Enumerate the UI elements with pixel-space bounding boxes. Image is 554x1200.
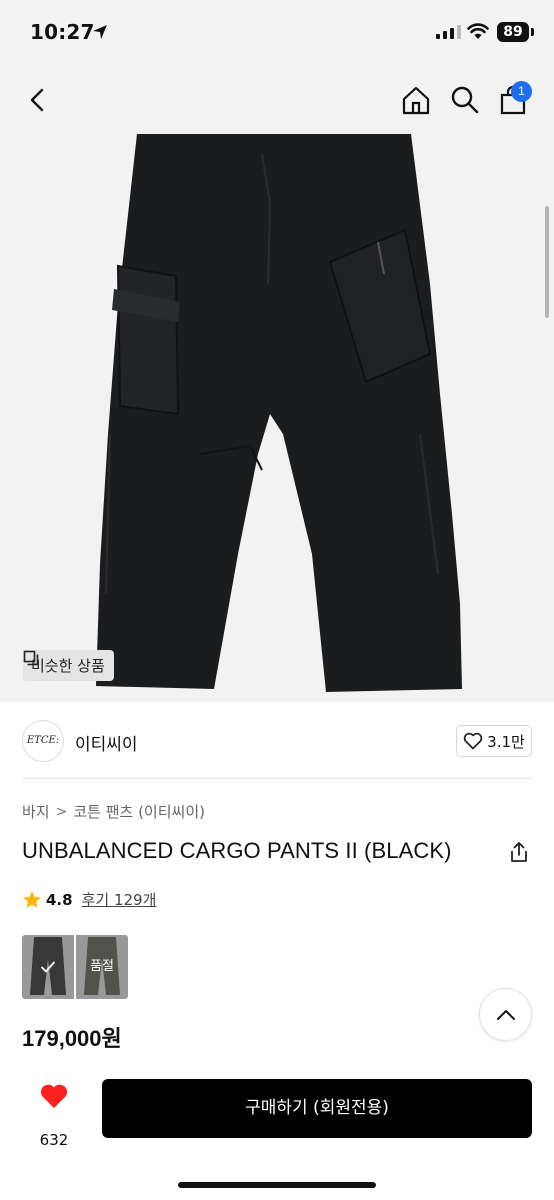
- cargo-pants-image: [96, 134, 462, 692]
- sold-out-label: 품절: [90, 959, 114, 974]
- buy-button[interactable]: 구매하기 (회원전용): [102, 1079, 532, 1138]
- similar-products-label: 비슷한 상품: [31, 657, 105, 675]
- back-arrow-icon[interactable]: [22, 84, 54, 116]
- home-indicator: [178, 1182, 376, 1188]
- wishlist-button[interactable]: 632: [34, 1080, 74, 1149]
- cellular-signal-icon: [436, 25, 461, 39]
- similar-products-button[interactable]: 비슷한 상품: [23, 650, 114, 681]
- review-count-link[interactable]: 후기 129개: [82, 889, 157, 910]
- brand-name[interactable]: 이티씨이: [75, 730, 138, 755]
- chevron-up-icon: [497, 1010, 515, 1020]
- product-price: 179,000원: [22, 1026, 122, 1051]
- rating-row: 4.8 후기 129개: [22, 889, 156, 910]
- product-title: UNBALANCED CARGO PANTS II (BLACK): [22, 838, 452, 863]
- top-navigation: [0, 64, 554, 134]
- breadcrumb-subcategory[interactable]: 코튼 팬츠 (이티씨이): [73, 801, 205, 822]
- heart-filled-icon: [40, 1084, 68, 1108]
- location-arrow-icon: [93, 25, 107, 39]
- brand-row: ETCE: 이티씨이 3.1만: [0, 702, 554, 778]
- scroll-indicator[interactable]: [545, 206, 549, 318]
- breadcrumb: 바지 > 코튼 팬츠 (이티씨이): [22, 801, 205, 822]
- product-image[interactable]: 비슷한 상품: [0, 134, 554, 702]
- status-bar: 10:27 89: [0, 0, 554, 64]
- wifi-icon: [467, 23, 489, 39]
- battery-tip: [531, 28, 534, 36]
- checkmark-icon: [41, 961, 55, 973]
- share-icon[interactable]: [507, 840, 531, 864]
- similar-items-icon: [23, 650, 39, 666]
- brand-logo[interactable]: ETCE:: [22, 720, 64, 762]
- search-icon[interactable]: [449, 84, 481, 116]
- brand-like-count: 3.1만: [487, 732, 525, 751]
- breadcrumb-category[interactable]: 바지: [22, 801, 50, 822]
- breadcrumb-separator: >: [55, 803, 68, 820]
- color-option-khaki[interactable]: 품절: [76, 935, 128, 999]
- status-time: 10:27: [30, 20, 95, 44]
- scroll-to-top-button[interactable]: [479, 988, 532, 1041]
- star-icon: [23, 890, 41, 908]
- wishlist-count: 632: [39, 1131, 69, 1149]
- divider: [22, 778, 532, 779]
- brand-like-button[interactable]: 3.1만: [456, 725, 532, 757]
- home-icon[interactable]: [400, 84, 432, 116]
- rating-value: 4.8: [46, 890, 73, 909]
- bottom-purchase-bar: 632 구매하기 (회원전용): [0, 1062, 554, 1200]
- color-option-black[interactable]: [22, 935, 74, 999]
- heart-outline-icon: [463, 732, 483, 750]
- battery-indicator: 89: [497, 22, 529, 42]
- cart-count-badge: 1: [511, 81, 532, 102]
